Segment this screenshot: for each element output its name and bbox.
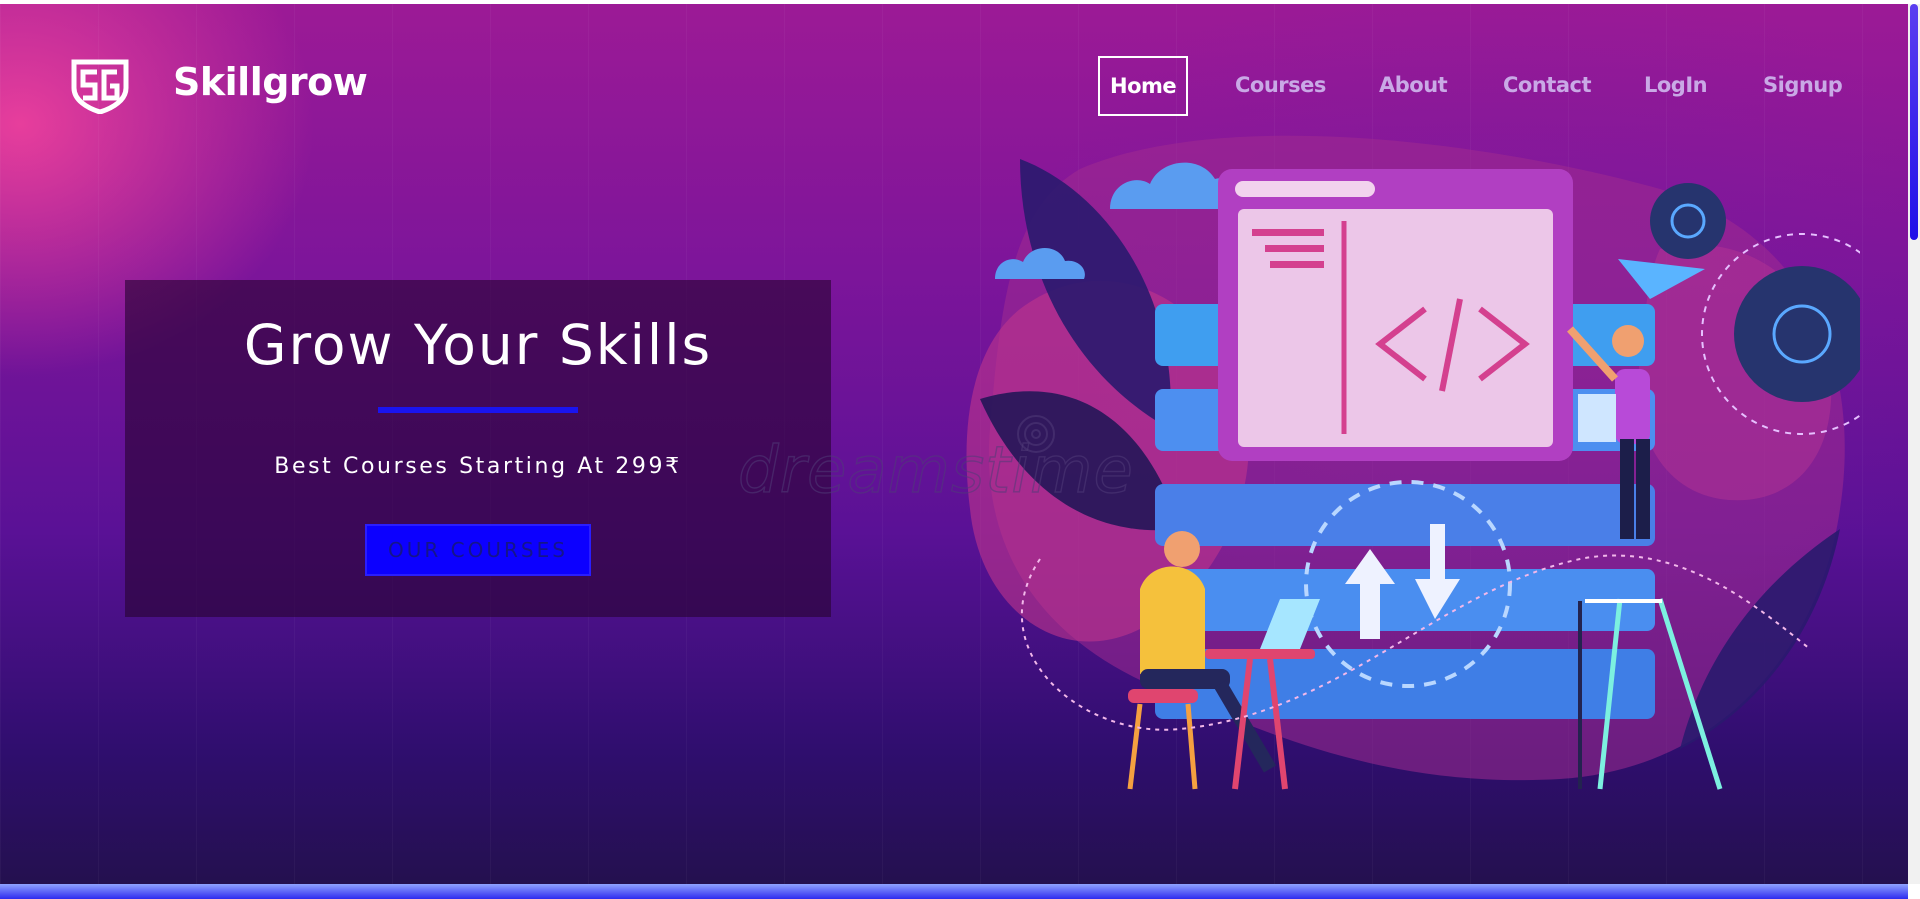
page-scrollbar-thumb[interactable] bbox=[1910, 4, 1918, 240]
horizontal-scrollbar[interactable] bbox=[0, 884, 1908, 899]
brand-name[interactable]: Skillgrow bbox=[173, 60, 368, 104]
hero-section: Skillgrow Home Courses About Contact Log… bbox=[0, 4, 1908, 884]
nav-about[interactable]: About bbox=[1379, 56, 1448, 114]
sg-shield-logo-icon[interactable] bbox=[68, 58, 132, 114]
coding-education-illustration bbox=[966, 135, 1860, 790]
our-courses-button[interactable]: OUR COURSES bbox=[365, 524, 591, 576]
hero-subtitle: Best Courses Starting At 299₹ bbox=[274, 454, 682, 479]
hero-card: Grow Your Skills Best Courses Starting A… bbox=[125, 280, 831, 617]
nav-login[interactable]: LogIn bbox=[1644, 56, 1708, 114]
nav-contact[interactable]: Contact bbox=[1503, 56, 1592, 114]
dreamstime-spiral-icon bbox=[1017, 415, 1055, 453]
nav-signup[interactable]: Signup bbox=[1763, 56, 1843, 114]
nav-home[interactable]: Home bbox=[1098, 56, 1189, 116]
hero-title: Grow Your Skills bbox=[243, 313, 713, 377]
nav-courses[interactable]: Courses bbox=[1235, 56, 1326, 114]
hero-title-underline bbox=[378, 407, 578, 413]
